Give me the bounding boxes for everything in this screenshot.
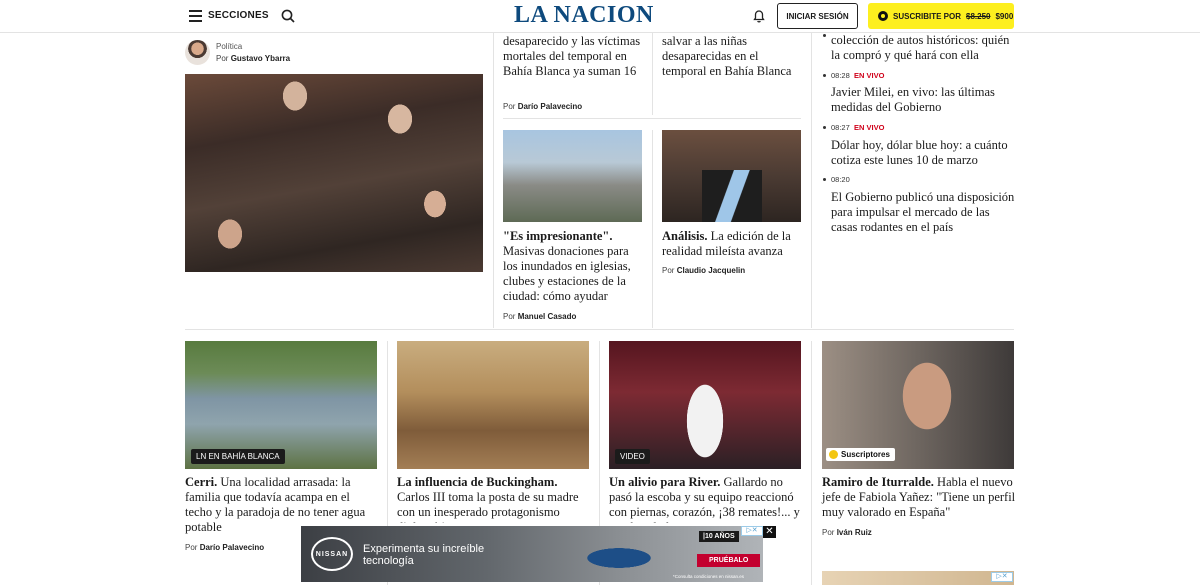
subscribe-button[interactable]: SUSCRIBITE POR $8.250 $900 <box>868 3 1014 29</box>
column-divider <box>493 33 494 328</box>
feed-headline[interactable]: Dólar hoy, dólar blue hoy: a cuánto coti… <box>831 138 1016 168</box>
author-avatar[interactable] <box>185 40 210 65</box>
ad-thumbnail[interactable] <box>822 571 1014 585</box>
subscribers-star-icon <box>829 450 838 459</box>
card-byline: Por Darío Palavecino <box>185 543 264 552</box>
card-headline[interactable]: Ramiro de Iturralde. Habla el nuevo jefe… <box>822 475 1017 520</box>
card-byline: Por Iván Ruiz <box>822 528 872 537</box>
feed-time: 08:27 <box>831 123 850 132</box>
nissan-logo: NISSAN <box>311 537 353 571</box>
ad-cta-button[interactable]: PRUÉBALO <box>697 554 761 567</box>
row-divider <box>503 118 801 119</box>
card-kicker: La influencia de Buckingham. <box>397 475 558 489</box>
notifications-bell-icon[interactable] <box>751 8 767 24</box>
feed-bullet <box>823 126 826 129</box>
nissan-ad-banner[interactable]: NISSAN Experimenta su increíble tecnolog… <box>301 526 763 582</box>
feed-headline[interactable]: colección de autos históricos: quién la … <box>831 33 1016 63</box>
card-kicker: Un alivio para River. <box>609 475 721 489</box>
feed-headline[interactable]: Javier Milei, en vivo: las últimas medid… <box>831 85 1016 115</box>
feed-bullet <box>823 34 826 37</box>
sections-menu-button[interactable]: SECCIONES <box>208 10 269 21</box>
story-headline[interactable]: desaparecido y las víctimas mortales del… <box>503 34 643 79</box>
live-badge: EN VIVO <box>854 71 885 80</box>
adchoices-icon[interactable]: ▷✕ <box>991 572 1013 582</box>
subscribe-old-price: $8.250 <box>966 11 991 21</box>
story-byline: Por Claudio Jacquelin <box>662 266 745 275</box>
login-button[interactable]: INICIAR SESIÓN <box>777 3 858 29</box>
adchoices-icon[interactable]: ▷✕ <box>741 526 763 536</box>
site-logo[interactable]: LA NACION <box>514 2 654 29</box>
story-headline-donaciones[interactable]: "Es impresionante". Masivas donaciones p… <box>503 229 643 304</box>
card-headline-text: Carlos III toma la posta de su madre con… <box>397 490 579 523</box>
author-link[interactable]: Darío Palavecino <box>200 543 264 552</box>
senate-session-photo[interactable] <box>185 74 483 272</box>
ad-tagline: Experimenta su increíble tecnología <box>363 543 485 567</box>
byline-prefix: Por <box>662 266 675 275</box>
section-badge: LN EN BAHÍA BLANCA <box>191 449 285 464</box>
card-headline[interactable]: La influencia de Buckingham. Carlos III … <box>397 475 592 523</box>
author-link[interactable]: Iván Ruiz <box>837 528 872 537</box>
subscribe-logo-icon <box>878 11 888 21</box>
hamburger-menu-icon[interactable] <box>189 10 202 22</box>
feed-time: 08:28 <box>831 71 850 80</box>
ad-fine-print: *Consulta condiciones en nissan.es <box>673 574 745 579</box>
story-byline: Por Darío Palavecino <box>503 102 582 111</box>
subscribe-label: SUSCRIBITE POR <box>893 11 962 21</box>
subscribers-badge: Suscriptores <box>826 448 895 461</box>
byline-prefix: Por <box>185 543 198 552</box>
byline-prefix: Por <box>503 102 516 111</box>
section-tag[interactable]: Política <box>216 42 242 51</box>
story-kicker: "Es impresionante". <box>503 229 613 243</box>
lead-byline: Por Gustavo Ybarra <box>216 54 290 63</box>
car-image <box>574 540 664 570</box>
live-badge: EN VIVO <box>854 123 885 132</box>
story-kicker: Análisis. <box>662 229 708 243</box>
card-kicker: Ramiro de Iturralde. <box>822 475 934 489</box>
author-link[interactable]: Manuel Casado <box>518 312 577 321</box>
column-divider <box>652 33 653 115</box>
column-divider <box>652 130 653 328</box>
story-headline-text: Masivas donaciones para los inundados en… <box>503 244 631 303</box>
byline-prefix: Por <box>503 312 516 321</box>
site-header: SECCIONES LA NACION INICIAR SESIÓN SUSCR… <box>0 0 1200 33</box>
author-link[interactable]: Darío Palavecino <box>518 102 582 111</box>
column-divider <box>811 33 812 328</box>
card-headline[interactable]: Un alivio para River. Gallardo no pasó l… <box>609 475 804 523</box>
feed-bullet <box>823 178 826 181</box>
search-icon[interactable] <box>281 9 295 23</box>
king-charles-zelensky-photo[interactable] <box>397 341 589 469</box>
column-divider <box>811 341 812 585</box>
card-kicker: Cerri. <box>185 475 218 489</box>
subscribers-badge-label: Suscriptores <box>841 450 890 459</box>
byline-prefix: Por <box>822 528 835 537</box>
video-badge: VIDEO <box>615 449 650 464</box>
byline-prefix: Por <box>216 54 229 63</box>
story-headline[interactable]: salvar a las niñas desaparecidas en el t… <box>662 34 802 79</box>
ad-years-badge: |10 AÑOS <box>699 531 739 542</box>
flood-donations-photo[interactable] <box>503 130 642 222</box>
subscribe-price: $900 <box>995 11 1014 21</box>
author-link[interactable]: Gustavo Ybarra <box>231 54 290 63</box>
author-link[interactable]: Claudio Jacquelin <box>677 266 745 275</box>
row-divider <box>185 329 1014 330</box>
story-byline: Por Manuel Casado <box>503 312 576 321</box>
feed-headline[interactable]: El Gobierno publicó una disposición para… <box>831 190 1016 235</box>
story-headline-analisis[interactable]: Análisis. La edición de la realidad mile… <box>662 229 802 259</box>
feed-time: 08:20 <box>831 175 850 184</box>
feed-bullet <box>823 74 826 77</box>
milei-congress-photo[interactable] <box>662 130 801 222</box>
ad-close-icon[interactable]: ✕ <box>763 526 776 538</box>
